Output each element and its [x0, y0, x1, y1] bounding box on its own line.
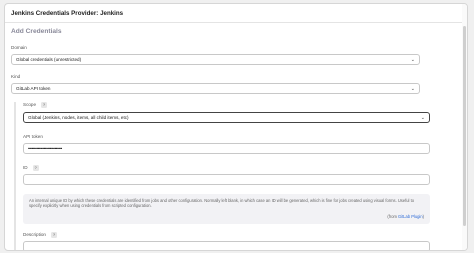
chevron-down-icon: ⌄	[410, 57, 415, 63]
dialog-title: Jenkins Credentials Provider: Jenkins	[11, 10, 124, 17]
domain-select[interactable]: Global credentials (unrestricted) ⌄	[11, 54, 420, 65]
description-label-text: Description	[23, 232, 46, 238]
chevron-down-icon: ⌄	[410, 86, 415, 92]
gitlab-plugin-link[interactable]: GitLab Plugin	[398, 214, 423, 219]
chevron-down-icon: ⌄	[420, 115, 425, 121]
nested-section-indicator	[14, 102, 16, 250]
help-icon[interactable]: ?	[32, 165, 39, 171]
title-divider	[5, 22, 467, 23]
help-source-prefix: (from	[387, 213, 399, 219]
description-input[interactable]	[23, 241, 430, 250]
kind-select-value: GitLab API token	[16, 86, 51, 91]
description-label: Description?	[23, 232, 57, 238]
help-source: (from GitLab Plugin)	[387, 214, 424, 219]
help-source-suffix: )	[422, 213, 424, 219]
scope-label: Scope?	[23, 102, 48, 108]
scrollbar-thumb[interactable]	[463, 26, 466, 226]
scope-select[interactable]: Global (Jenkins, nodes, items, all child…	[23, 112, 430, 123]
id-label: ID?	[23, 165, 39, 171]
scope-select-value: Global (Jenkins, nodes, items, all child…	[28, 115, 129, 120]
scope-label-text: Scope	[23, 102, 37, 108]
api-token-label: API token	[23, 134, 43, 139]
credentials-dialog: Jenkins Credentials Provider: Jenkins Ad…	[4, 3, 468, 251]
id-help-text: An internal unique ID by which these cre…	[29, 198, 415, 209]
help-icon[interactable]: ?	[50, 232, 57, 238]
id-label-text: ID	[23, 165, 28, 171]
kind-label: Kind	[11, 74, 21, 79]
scrollbar[interactable]	[462, 4, 467, 250]
api-token-input[interactable]: ••••••••••••••••••••••••••••	[23, 143, 430, 154]
id-help-box: An internal unique ID by which these cre…	[23, 194, 430, 224]
domain-label: Domain	[11, 45, 27, 50]
help-icon[interactable]: ?	[41, 102, 48, 108]
domain-select-value: Global credentials (unrestricted)	[16, 57, 82, 62]
api-token-value: ••••••••••••••••••••••••••••	[28, 146, 62, 151]
id-input[interactable]	[23, 174, 430, 185]
section-title: Add Credentials	[11, 28, 62, 35]
kind-select[interactable]: GitLab API token ⌄	[11, 83, 420, 94]
